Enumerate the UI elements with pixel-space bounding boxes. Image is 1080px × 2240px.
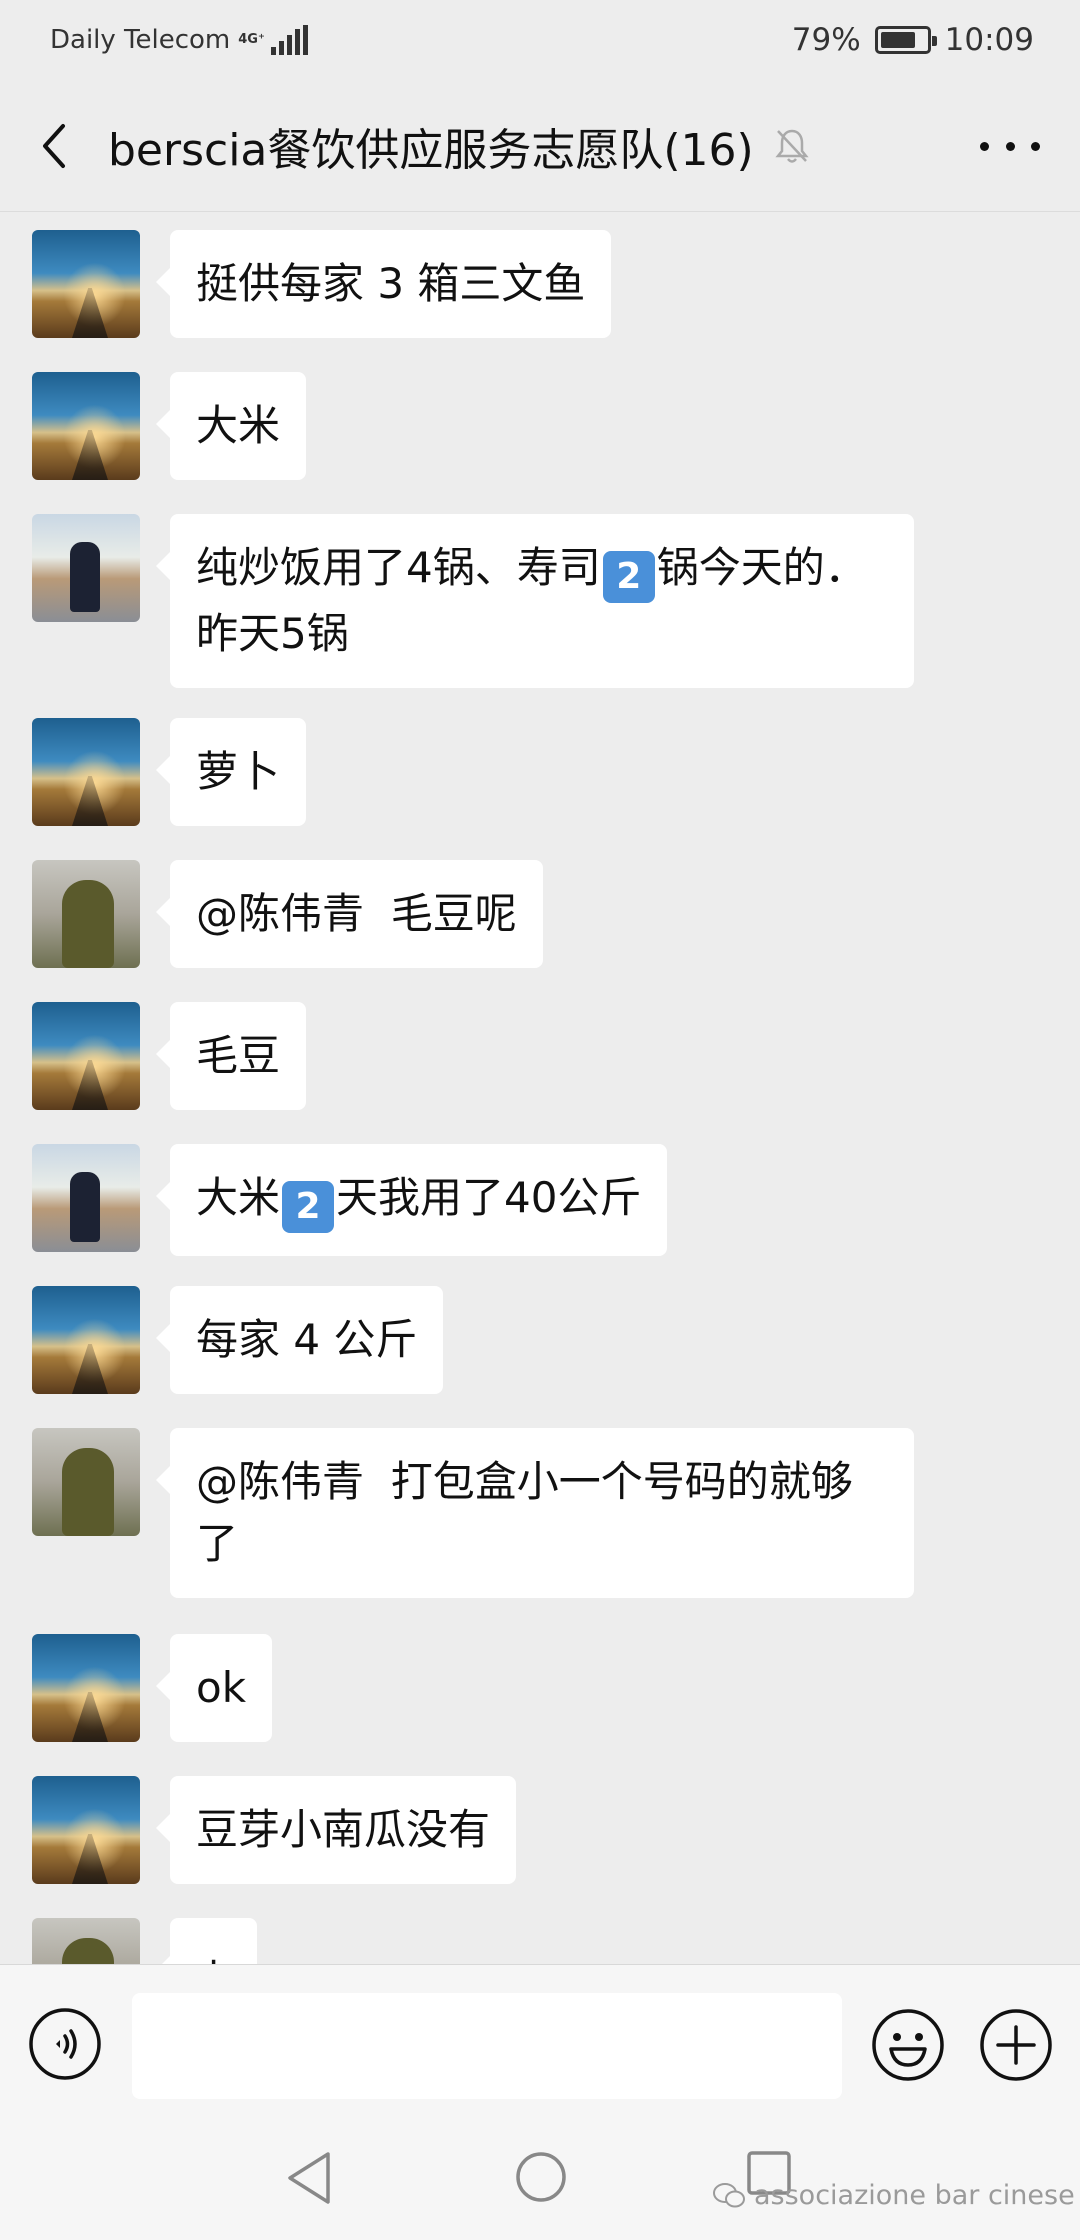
avatar[interactable] [32, 1002, 140, 1110]
message-bubble[interactable]: @陈伟青 打包盒小一个号码的就够了 [156, 1428, 914, 1598]
message-bubble[interactable]: 大米 2 天我用了40公斤 [155, 1144, 668, 1256]
avatar[interactable] [32, 1286, 140, 1394]
message-input[interactable] [132, 1993, 842, 2099]
message-row: @陈伟青 毛豆呢 [32, 860, 543, 968]
avatar[interactable] [32, 1144, 140, 1252]
avatar[interactable] [32, 718, 140, 826]
message-bubble[interactable]: 挺供每家 3 箱三文鱼 [155, 230, 612, 338]
page-title: berscia餐饮供应服务志愿队(16) [108, 124, 754, 176]
dot-icon [980, 141, 989, 151]
message-text: @陈伟青 毛豆呢 [196, 889, 517, 938]
message-bubble[interactable]: @陈伟青 毛豆呢 [156, 860, 543, 968]
message-text: 豆芽小南瓜没有 [196, 1805, 491, 1854]
message-text: 大米 [196, 401, 281, 450]
circle-home-icon [516, 2152, 566, 2202]
clock: 10:09 [944, 22, 1034, 58]
message-row: 萝卜 [32, 718, 307, 826]
message-row: 挺供每家 3 箱三文鱼 [32, 230, 612, 338]
message-text: 天我用了40公斤 [336, 1173, 642, 1222]
status-left: Daily Telecom 4G⁺ [50, 25, 308, 55]
battery-fill [880, 32, 916, 48]
avatar[interactable] [32, 514, 140, 622]
back-button[interactable] [0, 80, 108, 212]
smiley-icon [872, 2009, 944, 2081]
message-text: 挺供每家 3 箱三文鱼 [196, 259, 586, 308]
message-row: ok [32, 1634, 273, 1742]
avatar[interactable] [32, 1918, 140, 1964]
message-text: + [196, 1947, 231, 1964]
watermark: associazione bar cinese [712, 2180, 1075, 2211]
message-row: + [32, 1918, 258, 1964]
message-bubble[interactable]: 豆芽小南瓜没有 [155, 1776, 517, 1884]
message-text: 每家 4 公斤 [196, 1315, 418, 1364]
message-row: @陈伟青 打包盒小一个号码的就够了 [32, 1428, 914, 1598]
carrier-name: Daily Telecom [50, 25, 231, 55]
battery-percent: 79% [791, 22, 861, 58]
input-bar [0, 1964, 1080, 2116]
status-right: 79% 10:09 [792, 22, 1034, 58]
nav-home-button[interactable] [514, 2150, 568, 2204]
signal-icon [270, 25, 308, 55]
message-list[interactable]: 挺供每家 3 箱三文鱼 大米 纯炒饭用了4锅、寿司 2 锅今天的．昨天5锅 萝卜 @… [0, 212, 1080, 1964]
network-type: 4G⁺ [238, 32, 265, 47]
message-row: 大米 [32, 372, 307, 480]
watermark-text: associazione bar cinese [754, 2180, 1075, 2211]
message-row: 纯炒饭用了4锅、寿司 2 锅今天的．昨天5锅 [32, 514, 914, 688]
nav-back-button[interactable] [284, 2150, 334, 2206]
message-bubble[interactable]: 萝卜 [155, 718, 307, 826]
chat-header: berscia餐饮供应服务志愿队(16) [0, 80, 1080, 212]
mute-bell-icon [772, 126, 812, 166]
message-bubble[interactable]: ok [155, 1634, 273, 1742]
emoji-button[interactable] [870, 2007, 946, 2083]
wechat-logo-icon [713, 2182, 745, 2207]
system-nav-bar: associazione bar cinese [0, 2116, 1080, 2240]
avatar[interactable] [32, 1634, 140, 1742]
message-text: 萝卜 [196, 747, 281, 796]
plus-button[interactable] [978, 2007, 1054, 2083]
triangle-back-icon [288, 2152, 330, 2204]
message-bubble[interactable]: 大米 [155, 372, 307, 480]
avatar[interactable] [32, 1428, 140, 1536]
message-bubble[interactable]: 纯炒饭用了4锅、寿司 2 锅今天的．昨天5锅 [156, 514, 914, 688]
voice-icon [29, 2008, 101, 2080]
message-bubble[interactable]: 毛豆 [155, 1002, 307, 1110]
avatar[interactable] [32, 1776, 140, 1884]
dot-icon [1005, 141, 1015, 151]
message-row: 大米 2 天我用了40公斤 [32, 1144, 668, 1256]
keycap-two-icon: 2 [282, 1181, 335, 1233]
message-bubble[interactable]: 每家 4 公斤 [155, 1286, 444, 1394]
message-text: 大米 [196, 1173, 281, 1222]
avatar[interactable] [32, 860, 140, 968]
avatar[interactable] [32, 372, 140, 480]
dot-icon [1031, 141, 1040, 151]
voice-button[interactable] [28, 2007, 102, 2081]
message-bubble[interactable]: + [155, 1918, 258, 1964]
chevron-left-icon [43, 123, 65, 168]
battery-icon [874, 26, 937, 54]
avatar[interactable] [32, 230, 140, 338]
message-text: @陈伟青 打包盒小一个号码的就够了 [196, 1457, 853, 1568]
message-row: 每家 4 公斤 [32, 1286, 444, 1394]
more-options-button[interactable] [980, 130, 1040, 162]
keycap-two-icon: 2 [602, 551, 655, 603]
plus-icon [980, 2009, 1052, 2081]
message-text: 毛豆 [196, 1031, 281, 1080]
message-text: 纯炒饭用了4锅、寿司 [196, 543, 601, 592]
message-row: 豆芽小南瓜没有 [32, 1776, 517, 1884]
message-row: 毛豆 [32, 1002, 307, 1110]
status-bar: Daily Telecom 4G⁺ 79% 10:09 [0, 0, 1080, 80]
message-text: ok [196, 1663, 247, 1712]
